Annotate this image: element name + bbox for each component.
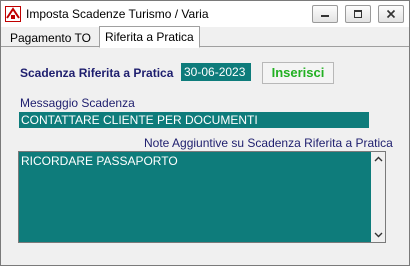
app-icon[interactable] <box>5 6 21 22</box>
note-textarea[interactable]: RICORDARE PASSAPORTO <box>18 151 386 243</box>
chevron-down-icon <box>374 232 382 238</box>
note-text: RICORDARE PASSAPORTO <box>21 154 178 168</box>
window: Imposta Scadenze Turismo / Varia Pagamen… <box>0 0 410 266</box>
maximize-button[interactable] <box>345 5 371 23</box>
scadenza-date-field[interactable]: 30-06-2023 <box>181 63 251 81</box>
minimize-icon <box>321 15 329 17</box>
close-button[interactable] <box>378 5 404 23</box>
window-title: Imposta Scadenze Turismo / Varia <box>26 7 209 21</box>
note-label: Note Aggiuntive su Scadenza Riferita a P… <box>144 136 393 150</box>
messaggio-label: Messaggio Scadenza <box>20 96 135 110</box>
tab-strip: Pagamento TO Riferita a Pratica <box>1 26 409 48</box>
tab-pagamento-to[interactable]: Pagamento TO <box>4 27 99 47</box>
inserisci-button[interactable]: Inserisci <box>262 62 334 84</box>
scroll-down-button[interactable] <box>371 228 385 242</box>
tab-riferita-a-pratica[interactable]: Riferita a Pratica <box>99 26 200 48</box>
scroll-up-button[interactable] <box>371 152 385 166</box>
close-icon <box>386 9 396 19</box>
title-bar[interactable]: Imposta Scadenze Turismo / Varia <box>1 1 409 27</box>
messaggio-field[interactable]: CONTATTARE CLIENTE PER DOCUMENTI <box>19 112 369 128</box>
chevron-up-icon <box>374 156 382 162</box>
scadenza-label: Scadenza Riferita a Pratica <box>20 66 174 80</box>
maximize-icon <box>354 10 362 18</box>
minimize-button[interactable] <box>312 5 338 23</box>
note-scrollbar[interactable] <box>371 152 385 242</box>
